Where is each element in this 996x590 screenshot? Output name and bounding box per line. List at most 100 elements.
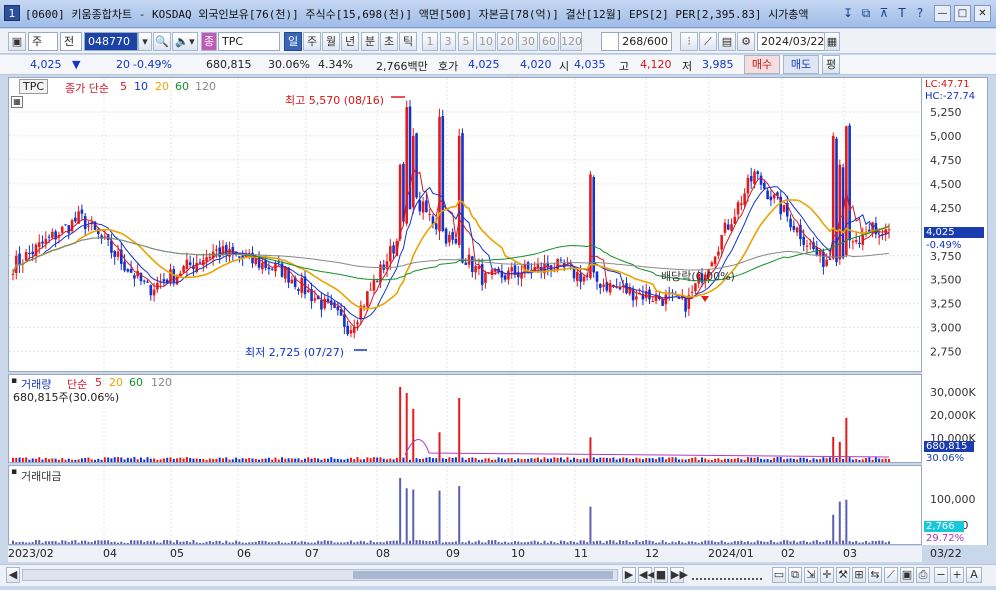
volume-chart-svg[interactable]: [9, 375, 921, 462]
horizontal-scrollbar[interactable]: [22, 569, 618, 581]
chevron-down-icon[interactable]: ▾: [138, 32, 152, 51]
amount-panel[interactable]: ▪ 거래대금: [8, 465, 922, 545]
calendar-icon[interactable]: ▦: [824, 32, 840, 51]
tab-day[interactable]: 일: [284, 32, 302, 51]
tab-week[interactable]: 주: [303, 32, 321, 51]
pin-icon[interactable]: ⊼: [876, 5, 892, 21]
y-tick-label: 3,250: [930, 298, 962, 311]
buy-button[interactable]: 매수: [744, 55, 780, 74]
tab-second[interactable]: 초: [380, 32, 398, 51]
tab-minute[interactable]: 분: [361, 32, 379, 51]
min-price-label: 최저 2,725 (07/27): [245, 346, 345, 359]
volume-bar: [267, 457, 270, 462]
volume-grid-icon[interactable]: ▪: [11, 376, 17, 386]
copy-icon[interactable]: ⧉: [788, 567, 802, 583]
amount-bar: [832, 514, 835, 544]
sell-button[interactable]: 매도: [783, 55, 819, 74]
price-chart-svg[interactable]: [9, 78, 921, 371]
print-icon[interactable]: ⎙: [916, 567, 930, 583]
amount-chart-svg[interactable]: [9, 466, 921, 544]
arrow-down-icon[interactable]: ↧: [840, 5, 856, 21]
volume-bar: [94, 459, 97, 462]
current-price-tag: 4,025: [924, 227, 984, 238]
save-icon[interactable]: ▤: [718, 32, 736, 51]
avg-button[interactable]: 평: [822, 55, 840, 74]
amount-bar: [359, 540, 362, 544]
close-button[interactable]: ✕: [974, 5, 991, 22]
range-1[interactable]: 1: [422, 32, 438, 51]
volume-bar: [80, 458, 83, 462]
play-icon[interactable]: ▶: [622, 567, 636, 583]
scrollbar-thumb[interactable]: [353, 571, 613, 579]
hc-label: HC:-27.74: [925, 91, 976, 102]
fast-forward-icon[interactable]: ▶▶: [670, 567, 688, 583]
candle-body: [717, 251, 720, 256]
tab-year[interactable]: 년: [341, 32, 359, 51]
range-20[interactable]: 20: [497, 32, 517, 51]
search-icon[interactable]: 🔍: [153, 32, 171, 51]
candle-body: [556, 258, 559, 270]
candle-body: [146, 281, 149, 283]
range-5[interactable]: 5: [458, 32, 474, 51]
date-field[interactable]: 2024/03/22: [757, 32, 825, 51]
amount-grid-icon[interactable]: ▪: [11, 467, 17, 477]
range-120[interactable]: 120: [560, 32, 582, 51]
speaker-icon[interactable]: 🔈▾: [172, 32, 198, 51]
pan-icon[interactable]: ⇆: [868, 567, 882, 583]
price-chart-panel[interactable]: TPC 종가 단순 5 10 20 60 120 ▦ 최고 5,570 (08/…: [8, 77, 922, 372]
chart-stock-tag[interactable]: TPC: [19, 79, 49, 94]
zoom-out-icon[interactable]: −: [934, 567, 948, 583]
volume-bar: [369, 458, 372, 462]
market-select[interactable]: 주: [28, 32, 58, 51]
maximize-button[interactable]: □: [954, 5, 971, 22]
volume-bar: [166, 457, 169, 462]
amount-bar: [530, 541, 533, 544]
stock-name-field[interactable]: TPC: [218, 32, 280, 51]
amount-bar: [372, 542, 375, 544]
line-tool-icon[interactable]: ⟋: [699, 32, 717, 51]
tab-month[interactable]: 월: [322, 32, 340, 51]
zoom-in-icon[interactable]: +: [950, 567, 964, 583]
indicator-icon[interactable]: ⫶: [680, 32, 698, 51]
minimize-button[interactable]: —: [934, 5, 951, 22]
scroll-left-icon[interactable]: ◀: [6, 567, 20, 583]
candle-body: [261, 262, 264, 270]
volume-bar: [41, 459, 44, 462]
zoom-icon[interactable]: ⊞: [852, 567, 866, 583]
range-10[interactable]: 10: [476, 32, 496, 51]
candle-body: [336, 306, 340, 311]
stock-code-input[interactable]: 048770: [84, 32, 138, 51]
range-60[interactable]: 60: [539, 32, 559, 51]
amount-bar: [408, 540, 411, 544]
amount-bar: [18, 541, 21, 544]
volume-ratio: 30.06%: [268, 58, 310, 71]
amount-bar: [694, 542, 697, 544]
window-icon[interactable]: ▭: [772, 567, 786, 583]
volume-bar: [290, 458, 293, 462]
crosshair-icon[interactable]: ✛: [820, 567, 834, 583]
tool-icon[interactable]: ⚒: [836, 567, 850, 583]
speed-slider[interactable]: [692, 570, 762, 580]
range-30[interactable]: 30: [518, 32, 538, 51]
export-icon[interactable]: ⇲: [804, 567, 818, 583]
count-field[interactable]: 268/600: [618, 32, 672, 51]
y-tick-label: 2,750: [930, 346, 962, 359]
font-size-icon[interactable]: A: [966, 567, 982, 583]
trend-icon[interactable]: ⟋: [884, 567, 898, 583]
rewind-icon[interactable]: ◀◀: [638, 567, 656, 583]
tab-tick[interactable]: 틱: [399, 32, 417, 51]
layout-icon[interactable]: ▣: [8, 32, 26, 51]
volume-bar: [815, 459, 818, 462]
amount-bar: [103, 540, 106, 544]
text-icon[interactable]: T: [894, 5, 910, 21]
grid-toggle-icon[interactable]: ▦: [11, 96, 23, 108]
screen-icon[interactable]: ▣: [900, 567, 914, 583]
range-3[interactable]: 3: [440, 32, 456, 51]
gear-icon[interactable]: ⚙: [737, 32, 755, 51]
help-icon[interactable]: ?: [912, 5, 928, 21]
restore-icon[interactable]: ⧉: [858, 5, 874, 21]
stop-icon[interactable]: ■: [654, 567, 668, 583]
volume-panel[interactable]: ▪ 거래량 단순 5 20 60 120 680,815주(30.06%): [8, 374, 922, 463]
period-select[interactable]: 전: [60, 32, 82, 51]
volume-bar: [458, 398, 461, 462]
